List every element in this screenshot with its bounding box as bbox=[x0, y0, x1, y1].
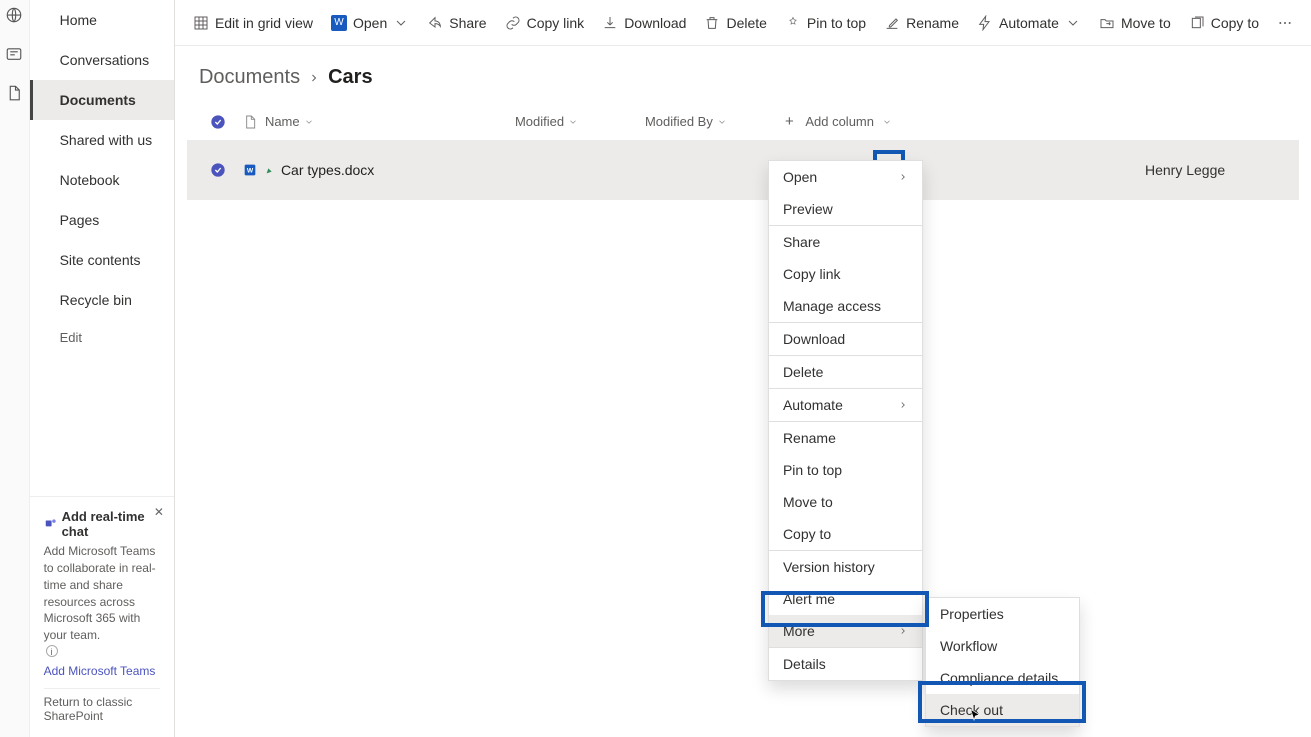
files-icon[interactable] bbox=[5, 84, 23, 105]
ctx-item-preview[interactable]: Preview bbox=[769, 193, 922, 225]
context-menu: OpenPreviewShareCopy linkManage accessDo… bbox=[768, 160, 923, 681]
promo-title: Add real-time chat bbox=[62, 509, 160, 539]
subctx-item-check-out[interactable]: Check out bbox=[926, 694, 1079, 726]
pin-button[interactable]: Pin to top bbox=[785, 15, 866, 31]
chevron-down-icon bbox=[304, 117, 314, 127]
row-check[interactable] bbox=[201, 162, 235, 178]
ctx-item-rename[interactable]: Rename bbox=[769, 422, 922, 454]
chevron-right-icon bbox=[898, 626, 908, 636]
sidebar-item-label: Conversations bbox=[60, 52, 150, 68]
modifiedby-cell: Henry Legge bbox=[1145, 162, 1285, 178]
breadcrumb-parent[interactable]: Documents bbox=[199, 66, 300, 89]
ctx-item-pin-to-top[interactable]: Pin to top bbox=[769, 454, 922, 486]
delete-button[interactable]: Delete bbox=[704, 15, 766, 31]
ctx-item-alert-me[interactable]: Alert me bbox=[769, 583, 922, 615]
word-icon: W bbox=[331, 15, 347, 31]
globe-icon[interactable] bbox=[5, 6, 23, 27]
teams-icon bbox=[44, 517, 58, 531]
ctx-item-automate[interactable]: Automate bbox=[769, 389, 922, 421]
type-icon bbox=[235, 114, 265, 130]
ctx-item-copy-to[interactable]: Copy to bbox=[769, 518, 922, 550]
col-modifiedby[interactable]: Modified By bbox=[645, 114, 785, 129]
close-icon[interactable]: ✕ bbox=[154, 505, 164, 519]
app-rail bbox=[0, 0, 30, 737]
copyto-button[interactable]: Copy to bbox=[1189, 15, 1259, 31]
table-row[interactable]: W Car types.docx Henry Legge bbox=[187, 140, 1299, 200]
chevron-down-icon bbox=[393, 15, 409, 31]
command-bar: Edit in grid view WOpen Share Copy link … bbox=[175, 0, 1311, 46]
download-button[interactable]: Download bbox=[602, 15, 686, 31]
ctx-item-share[interactable]: Share bbox=[769, 226, 922, 258]
breadcrumb: Documents Cars bbox=[175, 46, 1311, 103]
col-name[interactable]: Name bbox=[265, 114, 515, 129]
context-submenu-more: PropertiesWorkflowCompliance detailsChec… bbox=[925, 597, 1080, 727]
sidebar-item-label: Documents bbox=[60, 92, 136, 108]
return-classic-link[interactable]: Return to classic SharePoint bbox=[44, 688, 160, 729]
chevron-down-icon bbox=[1065, 15, 1081, 31]
copylink-button[interactable]: Copy link bbox=[505, 15, 585, 31]
checkout-indicator-icon bbox=[265, 165, 275, 175]
add-teams-link[interactable]: Add Microsoft Teams bbox=[44, 664, 160, 678]
select-all-toggle[interactable] bbox=[201, 114, 235, 130]
subctx-item-workflow[interactable]: Workflow bbox=[926, 630, 1079, 662]
rename-button[interactable]: Rename bbox=[884, 15, 959, 31]
add-column-button[interactable]: + Add column bbox=[785, 113, 892, 130]
open-button[interactable]: WOpen bbox=[331, 15, 409, 31]
chevron-down-icon bbox=[882, 117, 892, 127]
chevron-right-icon bbox=[898, 172, 908, 182]
subctx-item-properties[interactable]: Properties bbox=[926, 598, 1079, 630]
chevron-right-icon bbox=[308, 72, 320, 84]
ctx-item-more[interactable]: More bbox=[769, 615, 922, 647]
svg-text:W: W bbox=[247, 168, 254, 175]
sidebar-item-label: Site contents bbox=[60, 252, 141, 268]
ctx-item-version-history[interactable]: Version history bbox=[769, 551, 922, 583]
sidebar-item-pages[interactable]: Pages bbox=[30, 200, 174, 240]
teams-promo: ✕ Add real-time chat Add Microsoft Teams… bbox=[30, 496, 174, 737]
sidebar-item-label: Shared with us bbox=[60, 132, 153, 148]
chevron-down-icon bbox=[717, 117, 727, 127]
ctx-item-delete[interactable]: Delete bbox=[769, 356, 922, 388]
ctx-item-download[interactable]: Download bbox=[769, 323, 922, 355]
sidebar-edit-link[interactable]: Edit bbox=[30, 320, 174, 355]
share-button[interactable]: Share bbox=[427, 15, 486, 31]
moveto-button[interactable]: Move to bbox=[1099, 15, 1171, 31]
sidebar-item-conversations[interactable]: Conversations bbox=[30, 40, 174, 80]
sidebar-item-sitecontents[interactable]: Site contents bbox=[30, 240, 174, 280]
site-nav: Home Conversations Documents Shared with… bbox=[30, 0, 175, 737]
ctx-item-details[interactable]: Details bbox=[769, 648, 922, 680]
list-header: Name Modified Modified By + Add column bbox=[187, 103, 1299, 140]
sidebar-item-shared[interactable]: Shared with us bbox=[30, 120, 174, 160]
info-icon[interactable]: i bbox=[46, 645, 58, 657]
ctx-item-manage-access[interactable]: Manage access bbox=[769, 290, 922, 322]
main-content: Edit in grid view WOpen Share Copy link … bbox=[175, 0, 1311, 737]
chevron-down-icon bbox=[568, 117, 578, 127]
file-name: Car types.docx bbox=[281, 162, 374, 178]
subctx-item-compliance-details[interactable]: Compliance details bbox=[926, 662, 1079, 694]
breadcrumb-current: Cars bbox=[328, 66, 372, 89]
sidebar-item-notebook[interactable]: Notebook bbox=[30, 160, 174, 200]
overflow-button[interactable] bbox=[1277, 15, 1293, 31]
file-type-icon: W bbox=[235, 162, 265, 178]
sidebar-item-documents[interactable]: Documents bbox=[30, 80, 174, 120]
ctx-item-move-to[interactable]: Move to bbox=[769, 486, 922, 518]
sidebar-item-label: Home bbox=[60, 12, 97, 28]
col-modified[interactable]: Modified bbox=[515, 114, 645, 129]
edit-grid-button[interactable]: Edit in grid view bbox=[193, 15, 313, 31]
sidebar-item-label: Recycle bin bbox=[60, 292, 132, 308]
ctx-item-open[interactable]: Open bbox=[769, 161, 922, 193]
chevron-right-icon bbox=[898, 400, 908, 410]
sidebar-item-label: Notebook bbox=[60, 172, 120, 188]
automate-button[interactable]: Automate bbox=[977, 15, 1081, 31]
sidebar-item-label: Pages bbox=[60, 212, 100, 228]
news-icon[interactable] bbox=[5, 45, 23, 66]
doc-list: Name Modified Modified By + Add column W… bbox=[175, 103, 1311, 200]
promo-body: Add Microsoft Teams to collaborate in re… bbox=[44, 543, 160, 644]
sidebar-item-recyclebin[interactable]: Recycle bin bbox=[30, 280, 174, 320]
ctx-item-copy-link[interactable]: Copy link bbox=[769, 258, 922, 290]
sidebar-item-home[interactable]: Home bbox=[30, 0, 174, 40]
